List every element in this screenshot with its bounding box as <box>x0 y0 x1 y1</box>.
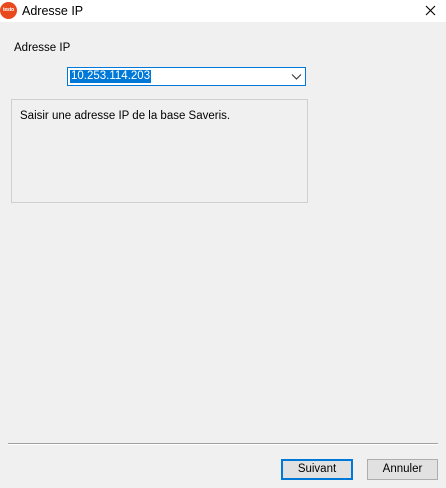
next-button[interactable]: Suivant <box>281 459 353 480</box>
window-title: Adresse IP <box>22 4 84 18</box>
close-icon <box>425 5 435 16</box>
dropdown-button[interactable] <box>291 72 302 81</box>
ip-address-combobox[interactable]: 10.253.114.203 <box>67 67 306 86</box>
testo-logo-icon: testo <box>0 2 17 19</box>
title-bar: testo Adresse IP <box>0 0 446 22</box>
ip-address-value[interactable]: 10.253.114.203 <box>70 70 152 83</box>
info-panel: Saisir une adresse IP de la base Saveris… <box>11 99 308 203</box>
divider <box>8 443 438 445</box>
chevron-down-icon <box>291 74 302 80</box>
info-text: Saisir une adresse IP de la base Saveris… <box>20 110 231 122</box>
ip-address-label: Adresse IP <box>14 42 71 54</box>
cancel-button[interactable]: Annuler <box>367 459 438 480</box>
close-button[interactable] <box>420 1 440 21</box>
